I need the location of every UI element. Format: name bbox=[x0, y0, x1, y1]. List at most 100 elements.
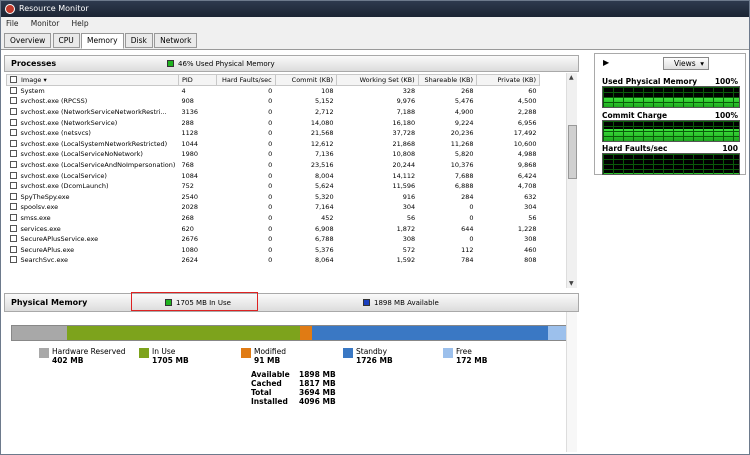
menu-file[interactable]: File bbox=[1, 17, 24, 30]
process-name: svchost.exe (LocalServiceAndNoImpersonat… bbox=[7, 160, 179, 171]
legend-label: Hardware Reserved bbox=[52, 347, 126, 356]
process-row[interactable]: svchost.exe (NetworkService) 288 0 14,080 16… bbox=[7, 117, 540, 128]
tab-network[interactable]: Network bbox=[154, 33, 198, 48]
process-name: spoolsv.exe bbox=[7, 202, 179, 213]
process-checkbox[interactable] bbox=[9, 87, 17, 95]
shareable-cell: 10,376 bbox=[450, 160, 474, 169]
process-checkbox[interactable] bbox=[9, 224, 17, 232]
tab-memory[interactable]: Memory bbox=[81, 33, 124, 49]
pid-cell: 2676 bbox=[181, 235, 198, 244]
commit-cell: 14,080 bbox=[310, 118, 334, 127]
process-checkbox[interactable] bbox=[9, 160, 17, 168]
scroll-up-icon[interactable]: ▲ bbox=[569, 74, 574, 81]
process-name-label: System bbox=[20, 87, 45, 96]
col-commit[interactable]: Commit (KB) bbox=[274, 74, 338, 86]
shareable-cell: 112 bbox=[461, 245, 474, 254]
pid-cell: 2028 bbox=[181, 203, 198, 212]
process-row[interactable]: svchost.exe (LocalServiceNoNetwork) 1980 0… bbox=[7, 149, 540, 160]
graph-grid bbox=[603, 154, 739, 174]
processes-scrollbar[interactable]: ▲ ▼ bbox=[566, 73, 577, 288]
process-row[interactable]: svchost.exe (LocalSystemNetworkRestricte… bbox=[7, 138, 540, 149]
process-row[interactable]: svchost.exe (DcomLaunch) 752 0 5,624 11,596 6… bbox=[7, 181, 540, 192]
process-row[interactable]: SearchSvc.exe 2624 0 8,064 1,592 784 808 bbox=[7, 255, 540, 266]
process-row[interactable]: svchost.exe (netsvcs) 1128 0 21,568 37,728 20… bbox=[7, 128, 540, 139]
process-checkbox[interactable] bbox=[9, 213, 17, 221]
process-row[interactable]: SpyTheSpy.exe 2540 0 5,320 916 284 632 bbox=[7, 191, 540, 202]
menu-help[interactable]: Help bbox=[67, 17, 94, 30]
private-cell: 1,228 bbox=[517, 224, 537, 233]
working-set-cell: 308 bbox=[402, 235, 416, 244]
process-checkbox[interactable] bbox=[9, 139, 17, 147]
col-image[interactable]: Image ▾ bbox=[6, 74, 179, 86]
process-row[interactable]: svchost.exe (RPCSS) 908 0 5,152 9,976 5,476 4,… bbox=[7, 96, 540, 107]
col-working-set[interactable]: Working Set (KB) bbox=[336, 74, 419, 86]
process-checkbox[interactable] bbox=[9, 118, 17, 126]
memory-segment-hardware-reserved bbox=[12, 326, 67, 340]
col-shareable[interactable]: Shareable (KB) bbox=[417, 74, 477, 86]
process-row[interactable]: SecureAPlus.exe 1080 0 5,376 572 112 460 bbox=[7, 244, 540, 255]
memory-scrollbar[interactable] bbox=[566, 312, 577, 452]
legend-label: In Use bbox=[152, 347, 176, 356]
tab-overview[interactable]: Overview bbox=[4, 33, 52, 48]
col-pid[interactable]: PID bbox=[177, 74, 218, 86]
commit-cell: 12,612 bbox=[310, 139, 334, 148]
process-checkbox[interactable] bbox=[9, 203, 17, 211]
process-name-label: svchost.exe (netsvcs) bbox=[20, 129, 91, 138]
col-image-label: Image bbox=[21, 76, 42, 84]
process-name: smss.exe bbox=[7, 213, 179, 224]
process-name: svchost.exe (netsvcs) bbox=[7, 128, 179, 139]
process-checkbox[interactable] bbox=[9, 235, 17, 243]
shareable-cell: 20,236 bbox=[450, 129, 474, 138]
pid-cell: 2624 bbox=[181, 256, 198, 265]
process-row[interactable]: svchost.exe (LocalServiceAndNoImpersonat… bbox=[7, 160, 540, 171]
select-all-checkbox[interactable] bbox=[10, 76, 17, 83]
tab-cpu[interactable]: CPU bbox=[52, 33, 80, 48]
col-private[interactable]: Private (KB) bbox=[475, 74, 541, 86]
graph-area bbox=[602, 153, 740, 175]
scroll-down-icon[interactable]: ▼ bbox=[569, 280, 574, 287]
commit-cell: 5,376 bbox=[314, 245, 334, 254]
views-button[interactable]: Views ▾ bbox=[663, 57, 709, 70]
physical-memory-header[interactable]: Physical Memory 1705 MB In Use 1898 MB A… bbox=[4, 293, 579, 312]
process-row[interactable]: svchost.exe (NetworkServiceNetworkRestri… bbox=[7, 107, 540, 118]
process-name-label: svchost.exe (NetworkServiceNetworkRestri… bbox=[20, 107, 167, 116]
menu-monitor[interactable]: Monitor bbox=[26, 17, 65, 30]
pid-cell: 1080 bbox=[181, 245, 198, 254]
process-checkbox[interactable] bbox=[9, 150, 17, 158]
tab-disk[interactable]: Disk bbox=[124, 33, 153, 48]
process-name: services.exe bbox=[7, 223, 179, 234]
process-row[interactable]: svchost.exe (LocalService) 1084 0 8,004 14,1… bbox=[7, 170, 540, 181]
app-icon bbox=[5, 4, 15, 14]
process-row[interactable]: services.exe 620 0 6,908 1,872 644 1,228 bbox=[7, 223, 540, 234]
commit-cell: 5,320 bbox=[314, 192, 334, 201]
process-name-label: SearchSvc.exe bbox=[20, 256, 68, 265]
graph-title: Hard Faults/sec bbox=[602, 144, 668, 153]
process-checkbox[interactable] bbox=[9, 182, 17, 190]
process-row[interactable]: smss.exe 268 0 452 56 0 56 bbox=[7, 213, 540, 224]
hard-faults-cell: 0 bbox=[268, 118, 273, 127]
views-label: Views bbox=[674, 59, 696, 68]
col-hard-faults[interactable]: Hard Faults/sec bbox=[216, 74, 276, 86]
hard-faults-cell: 0 bbox=[268, 160, 273, 169]
process-checkbox[interactable] bbox=[9, 129, 17, 137]
process-checkbox[interactable] bbox=[9, 192, 17, 200]
stat-value: 1817 MB bbox=[299, 379, 336, 388]
process-checkbox[interactable] bbox=[9, 245, 17, 253]
processes-header[interactable]: Processes 46% Used Physical Memory bbox=[4, 55, 579, 72]
shareable-cell: 7,688 bbox=[454, 171, 474, 180]
process-checkbox[interactable] bbox=[9, 107, 17, 115]
process-row[interactable]: System 4 0 108 328 268 60 bbox=[7, 86, 540, 97]
tab-strip: Overview CPU Memory Disk Network bbox=[4, 33, 198, 49]
process-name: svchost.exe (DcomLaunch) bbox=[7, 181, 179, 192]
process-row[interactable]: SecureAPlusService.exe 2676 0 6,788 308 0 308 bbox=[7, 234, 540, 245]
process-checkbox[interactable] bbox=[9, 97, 17, 105]
hard-faults-cell: 0 bbox=[268, 224, 273, 233]
legend-label: Modified bbox=[254, 347, 287, 356]
collapse-arrow-icon[interactable]: ▶ bbox=[603, 58, 609, 67]
working-set-cell: 328 bbox=[402, 87, 416, 96]
processes-scroll-thumb[interactable] bbox=[568, 125, 577, 179]
process-checkbox[interactable] bbox=[9, 256, 17, 264]
legend-value: 91 MB bbox=[254, 356, 281, 365]
process-row[interactable]: spoolsv.exe 2028 0 7,164 304 0 304 bbox=[7, 202, 540, 213]
process-checkbox[interactable] bbox=[9, 171, 17, 179]
